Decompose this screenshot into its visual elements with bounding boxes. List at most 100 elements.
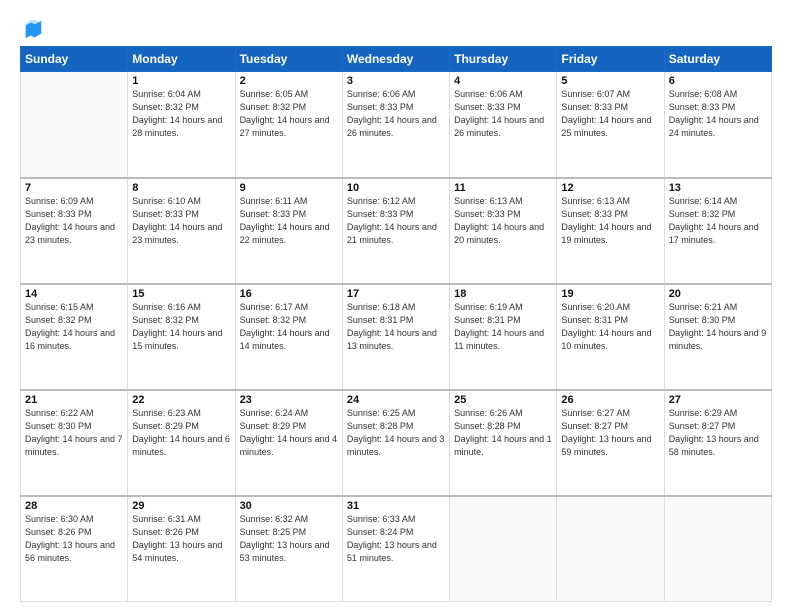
calendar-cell: 12Sunrise: 6:13 AM Sunset: 8:33 PM Dayli… [557,178,664,284]
day-number: 29 [132,500,230,512]
day-info: Sunrise: 6:33 AM Sunset: 8:24 PM Dayligh… [347,513,445,565]
calendar-cell: 22Sunrise: 6:23 AM Sunset: 8:29 PM Dayli… [128,390,235,496]
day-info: Sunrise: 6:13 AM Sunset: 8:33 PM Dayligh… [454,195,552,247]
calendar-cell: 15Sunrise: 6:16 AM Sunset: 8:32 PM Dayli… [128,284,235,390]
day-info: Sunrise: 6:06 AM Sunset: 8:33 PM Dayligh… [347,88,445,140]
calendar-cell: 11Sunrise: 6:13 AM Sunset: 8:33 PM Dayli… [450,178,557,284]
day-number: 13 [669,182,767,194]
calendar-cell: 4Sunrise: 6:06 AM Sunset: 8:33 PM Daylig… [450,72,557,178]
calendar-cell: 18Sunrise: 6:19 AM Sunset: 8:31 PM Dayli… [450,284,557,390]
calendar-cell: 28Sunrise: 6:30 AM Sunset: 8:26 PM Dayli… [21,496,128,602]
weekday-header-monday: Monday [128,47,235,72]
day-info: Sunrise: 6:09 AM Sunset: 8:33 PM Dayligh… [25,195,123,247]
weekday-header-wednesday: Wednesday [342,47,449,72]
calendar-cell: 10Sunrise: 6:12 AM Sunset: 8:33 PM Dayli… [342,178,449,284]
calendar-cell: 19Sunrise: 6:20 AM Sunset: 8:31 PM Dayli… [557,284,664,390]
calendar-cell [557,496,664,602]
day-info: Sunrise: 6:12 AM Sunset: 8:33 PM Dayligh… [347,195,445,247]
calendar-cell [664,496,771,602]
day-info: Sunrise: 6:30 AM Sunset: 8:26 PM Dayligh… [25,513,123,565]
calendar-cell: 27Sunrise: 6:29 AM Sunset: 8:27 PM Dayli… [664,390,771,496]
day-number: 8 [132,182,230,194]
calendar-cell: 8Sunrise: 6:10 AM Sunset: 8:33 PM Daylig… [128,178,235,284]
day-number: 16 [240,288,338,300]
day-number: 17 [347,288,445,300]
day-number: 26 [561,394,659,406]
calendar-cell: 23Sunrise: 6:24 AM Sunset: 8:29 PM Dayli… [235,390,342,496]
calendar-cell [21,72,128,178]
day-info: Sunrise: 6:21 AM Sunset: 8:30 PM Dayligh… [669,301,767,353]
calendar-cell: 16Sunrise: 6:17 AM Sunset: 8:32 PM Dayli… [235,284,342,390]
day-info: Sunrise: 6:14 AM Sunset: 8:32 PM Dayligh… [669,195,767,247]
day-info: Sunrise: 6:04 AM Sunset: 8:32 PM Dayligh… [132,88,230,140]
calendar-cell: 14Sunrise: 6:15 AM Sunset: 8:32 PM Dayli… [21,284,128,390]
day-info: Sunrise: 6:11 AM Sunset: 8:33 PM Dayligh… [240,195,338,247]
day-info: Sunrise: 6:08 AM Sunset: 8:33 PM Dayligh… [669,88,767,140]
day-number: 21 [25,394,123,406]
calendar-cell: 7Sunrise: 6:09 AM Sunset: 8:33 PM Daylig… [21,178,128,284]
day-info: Sunrise: 6:19 AM Sunset: 8:31 PM Dayligh… [454,301,552,353]
day-number: 11 [454,182,552,194]
calendar-cell: 31Sunrise: 6:33 AM Sunset: 8:24 PM Dayli… [342,496,449,602]
calendar-week-row: 28Sunrise: 6:30 AM Sunset: 8:26 PM Dayli… [21,496,772,602]
day-number: 5 [561,75,659,87]
day-number: 20 [669,288,767,300]
calendar-cell: 13Sunrise: 6:14 AM Sunset: 8:32 PM Dayli… [664,178,771,284]
day-info: Sunrise: 6:26 AM Sunset: 8:28 PM Dayligh… [454,407,552,459]
header [20,16,772,38]
day-number: 27 [669,394,767,406]
weekday-header-row: SundayMondayTuesdayWednesdayThursdayFrid… [21,47,772,72]
day-info: Sunrise: 6:16 AM Sunset: 8:32 PM Dayligh… [132,301,230,353]
calendar-table: SundayMondayTuesdayWednesdayThursdayFrid… [20,46,772,602]
day-info: Sunrise: 6:31 AM Sunset: 8:26 PM Dayligh… [132,513,230,565]
calendar-week-row: 14Sunrise: 6:15 AM Sunset: 8:32 PM Dayli… [21,284,772,390]
logo-icon [22,18,44,40]
weekday-header-friday: Friday [557,47,664,72]
day-number: 25 [454,394,552,406]
day-number: 2 [240,75,338,87]
weekday-header-sunday: Sunday [21,47,128,72]
page: SundayMondayTuesdayWednesdayThursdayFrid… [0,0,792,612]
day-info: Sunrise: 6:15 AM Sunset: 8:32 PM Dayligh… [25,301,123,353]
day-info: Sunrise: 6:17 AM Sunset: 8:32 PM Dayligh… [240,301,338,353]
day-number: 31 [347,500,445,512]
day-number: 1 [132,75,230,87]
logo [20,20,44,38]
day-number: 14 [25,288,123,300]
calendar-cell: 17Sunrise: 6:18 AM Sunset: 8:31 PM Dayli… [342,284,449,390]
day-number: 7 [25,182,123,194]
calendar-week-row: 1Sunrise: 6:04 AM Sunset: 8:32 PM Daylig… [21,72,772,178]
day-info: Sunrise: 6:18 AM Sunset: 8:31 PM Dayligh… [347,301,445,353]
day-number: 30 [240,500,338,512]
day-number: 24 [347,394,445,406]
calendar-cell: 20Sunrise: 6:21 AM Sunset: 8:30 PM Dayli… [664,284,771,390]
day-number: 3 [347,75,445,87]
calendar-cell: 29Sunrise: 6:31 AM Sunset: 8:26 PM Dayli… [128,496,235,602]
calendar-cell: 5Sunrise: 6:07 AM Sunset: 8:33 PM Daylig… [557,72,664,178]
calendar-cell: 24Sunrise: 6:25 AM Sunset: 8:28 PM Dayli… [342,390,449,496]
day-number: 15 [132,288,230,300]
day-info: Sunrise: 6:22 AM Sunset: 8:30 PM Dayligh… [25,407,123,459]
day-info: Sunrise: 6:23 AM Sunset: 8:29 PM Dayligh… [132,407,230,459]
calendar-week-row: 7Sunrise: 6:09 AM Sunset: 8:33 PM Daylig… [21,178,772,284]
day-number: 19 [561,288,659,300]
calendar-cell: 9Sunrise: 6:11 AM Sunset: 8:33 PM Daylig… [235,178,342,284]
day-number: 6 [669,75,767,87]
weekday-header-tuesday: Tuesday [235,47,342,72]
day-number: 23 [240,394,338,406]
weekday-header-thursday: Thursday [450,47,557,72]
day-info: Sunrise: 6:13 AM Sunset: 8:33 PM Dayligh… [561,195,659,247]
day-number: 10 [347,182,445,194]
day-info: Sunrise: 6:05 AM Sunset: 8:32 PM Dayligh… [240,88,338,140]
day-info: Sunrise: 6:24 AM Sunset: 8:29 PM Dayligh… [240,407,338,459]
weekday-header-saturday: Saturday [664,47,771,72]
day-info: Sunrise: 6:32 AM Sunset: 8:25 PM Dayligh… [240,513,338,565]
calendar-cell: 30Sunrise: 6:32 AM Sunset: 8:25 PM Dayli… [235,496,342,602]
calendar-cell: 2Sunrise: 6:05 AM Sunset: 8:32 PM Daylig… [235,72,342,178]
day-info: Sunrise: 6:25 AM Sunset: 8:28 PM Dayligh… [347,407,445,459]
calendar-cell [450,496,557,602]
day-number: 4 [454,75,552,87]
day-info: Sunrise: 6:29 AM Sunset: 8:27 PM Dayligh… [669,407,767,459]
day-info: Sunrise: 6:27 AM Sunset: 8:27 PM Dayligh… [561,407,659,459]
day-number: 9 [240,182,338,194]
